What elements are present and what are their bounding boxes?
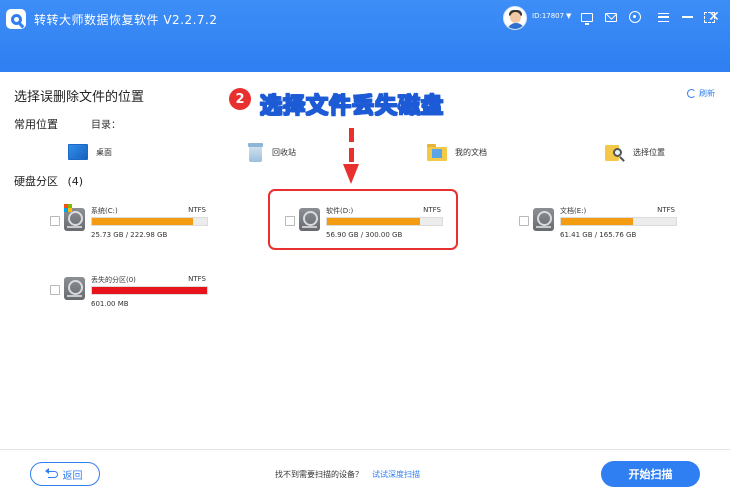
app-title: 转转大师数据恢复软件 V2.2.7.2 <box>34 13 218 27</box>
refresh-button[interactable]: 刷新 <box>687 88 715 99</box>
drive-usage-bar <box>560 217 677 226</box>
drive-name: 文档(E:) <box>560 207 587 215</box>
drive-filesystem: NTFS <box>188 206 206 214</box>
drive-name: 丢失的分区(0) <box>91 276 136 284</box>
drive-size: 25.73 GB / 222.98 GB <box>91 231 168 239</box>
close-button[interactable]: ✕ <box>706 9 722 25</box>
drive-name: 系统(C:) <box>91 207 118 215</box>
app-logo-icon <box>6 9 26 29</box>
location-desktop[interactable]: 桌面 <box>68 141 112 163</box>
refresh-label: 刷新 <box>699 89 715 98</box>
page-title: 选择误删除文件的位置 <box>14 90 145 105</box>
back-arrow-icon <box>44 467 58 478</box>
annotation-arrow-dash <box>349 128 354 142</box>
annotation-arrow-dash <box>349 148 354 162</box>
hard-drive-icon <box>64 277 85 300</box>
no-device-hint: 找不到需要扫描的设备？ <box>275 470 363 479</box>
documents-folder-icon <box>427 143 447 161</box>
location-label: 选择位置 <box>633 147 665 157</box>
location-my-documents[interactable]: 我的文档 <box>427 141 487 163</box>
minimize-icon[interactable] <box>679 9 695 25</box>
avatar[interactable] <box>503 6 527 30</box>
monitor-icon[interactable] <box>579 9 595 25</box>
annotation-arrow-head <box>343 164 359 184</box>
location-label: 回收站 <box>272 147 296 157</box>
annotation-highlight-box <box>268 189 458 250</box>
windows-logo-icon <box>64 204 72 212</box>
chevron-down-icon[interactable]: ▼ <box>566 12 571 20</box>
back-label: 返回 <box>62 470 83 482</box>
drive-size: 601.00 MB <box>91 300 129 308</box>
drive-usage-bar <box>91 286 208 295</box>
drive-checkbox[interactable] <box>519 216 529 226</box>
drive-filesystem: NTFS <box>657 206 675 214</box>
mail-icon[interactable] <box>603 9 619 25</box>
location-label: 我的文档 <box>455 147 487 157</box>
close-icon: ✕ <box>708 9 720 25</box>
drive-checkbox[interactable] <box>50 216 60 226</box>
title-bar: 转转大师数据恢复软件 V2.2.7.2 ID:17807 ▼ <box>0 0 730 72</box>
drive-size: 61.41 GB / 165.76 GB <box>560 231 637 239</box>
drive-c[interactable]: 系统(C:) NTFS 25.73 GB / 222.98 GB <box>50 203 230 247</box>
directory-label: 目录： <box>91 120 121 131</box>
desktop-icon <box>68 144 88 160</box>
disk-partitions-title: 硬盘分区 <box>14 175 58 188</box>
common-locations-label: 常用位置 <box>14 118 58 131</box>
drive-usage-bar <box>91 217 208 226</box>
footer-divider <box>0 449 730 450</box>
deep-scan-link[interactable]: 试试深度扫描 <box>372 469 420 480</box>
hard-drive-icon <box>533 208 554 231</box>
menu-icon[interactable] <box>655 9 671 25</box>
location-label: 桌面 <box>96 147 112 157</box>
refresh-icon <box>687 89 696 98</box>
location-recycle-bin[interactable]: 回收站 <box>247 141 296 163</box>
user-id[interactable]: ID:17807 <box>532 12 564 20</box>
disk-partitions-label: 硬盘分区 (4) <box>14 173 83 189</box>
back-button[interactable]: 返回 <box>30 462 100 486</box>
location-choose[interactable]: 选择位置 <box>605 141 665 163</box>
ring-icon[interactable] <box>627 9 643 25</box>
choose-location-icon <box>605 142 625 162</box>
annotation-text: 选择文件丢失磁盘 <box>259 94 445 120</box>
recycle-bin-icon <box>247 142 264 162</box>
disk-partitions-count: (4) <box>67 175 84 188</box>
drive-e[interactable]: 文档(E:) NTFS 61.41 GB / 165.76 GB <box>519 203 699 247</box>
drive-checkbox[interactable] <box>50 285 60 295</box>
drive-filesystem: NTFS <box>188 275 206 283</box>
start-scan-button[interactable]: 开始扫描 <box>601 461 700 487</box>
annotation-step-badge: 2 <box>229 88 251 110</box>
drive-lost-partition[interactable]: 丢失的分区(0) NTFS 601.00 MB <box>50 272 230 316</box>
